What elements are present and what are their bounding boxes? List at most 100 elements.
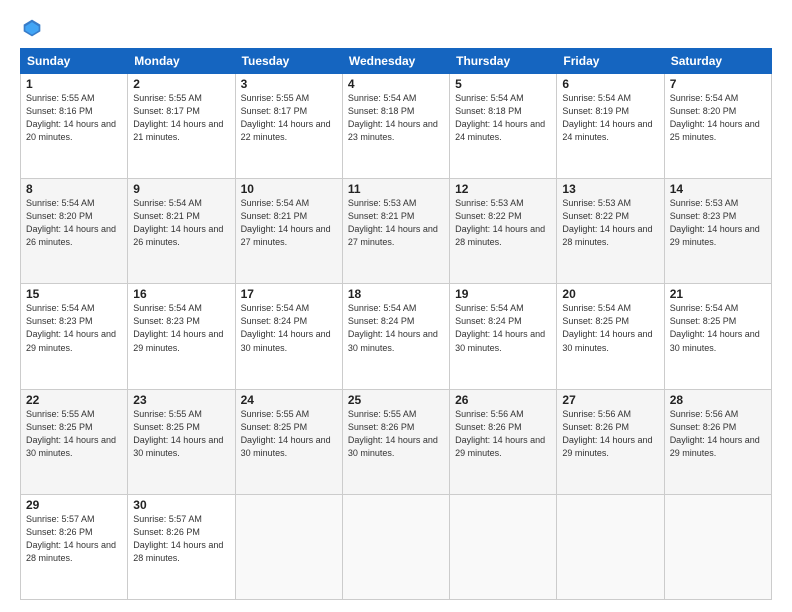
header-wednesday: Wednesday — [342, 49, 449, 74]
calendar-cell: 28 Sunrise: 5:56 AMSunset: 8:26 PMDaylig… — [664, 389, 771, 494]
day-number: 7 — [670, 77, 766, 91]
day-number: 17 — [241, 287, 337, 301]
calendar-cell — [664, 494, 771, 599]
day-info: Sunrise: 5:54 AMSunset: 8:21 PMDaylight:… — [241, 198, 331, 247]
calendar-cell: 4 Sunrise: 5:54 AMSunset: 8:18 PMDayligh… — [342, 74, 449, 179]
day-info: Sunrise: 5:53 AMSunset: 8:22 PMDaylight:… — [455, 198, 545, 247]
calendar-cell: 24 Sunrise: 5:55 AMSunset: 8:25 PMDaylig… — [235, 389, 342, 494]
week-row-2: 8 Sunrise: 5:54 AMSunset: 8:20 PMDayligh… — [21, 179, 772, 284]
day-info: Sunrise: 5:53 AMSunset: 8:22 PMDaylight:… — [562, 198, 652, 247]
calendar-cell: 19 Sunrise: 5:54 AMSunset: 8:24 PMDaylig… — [450, 284, 557, 389]
day-info: Sunrise: 5:55 AMSunset: 8:25 PMDaylight:… — [133, 409, 223, 458]
day-number: 4 — [348, 77, 444, 91]
calendar-cell: 29 Sunrise: 5:57 AMSunset: 8:26 PMDaylig… — [21, 494, 128, 599]
calendar-cell: 11 Sunrise: 5:53 AMSunset: 8:21 PMDaylig… — [342, 179, 449, 284]
day-number: 20 — [562, 287, 658, 301]
day-info: Sunrise: 5:55 AMSunset: 8:25 PMDaylight:… — [241, 409, 331, 458]
day-number: 27 — [562, 393, 658, 407]
day-info: Sunrise: 5:54 AMSunset: 8:23 PMDaylight:… — [133, 303, 223, 352]
header-saturday: Saturday — [664, 49, 771, 74]
day-info: Sunrise: 5:54 AMSunset: 8:20 PMDaylight:… — [670, 93, 760, 142]
day-info: Sunrise: 5:55 AMSunset: 8:16 PMDaylight:… — [26, 93, 116, 142]
day-info: Sunrise: 5:53 AMSunset: 8:23 PMDaylight:… — [670, 198, 760, 247]
day-info: Sunrise: 5:54 AMSunset: 8:24 PMDaylight:… — [241, 303, 331, 352]
calendar-cell: 18 Sunrise: 5:54 AMSunset: 8:24 PMDaylig… — [342, 284, 449, 389]
day-info: Sunrise: 5:55 AMSunset: 8:17 PMDaylight:… — [241, 93, 331, 142]
calendar-cell: 16 Sunrise: 5:54 AMSunset: 8:23 PMDaylig… — [128, 284, 235, 389]
calendar-cell: 25 Sunrise: 5:55 AMSunset: 8:26 PMDaylig… — [342, 389, 449, 494]
day-info: Sunrise: 5:57 AMSunset: 8:26 PMDaylight:… — [26, 514, 116, 563]
calendar-cell: 8 Sunrise: 5:54 AMSunset: 8:20 PMDayligh… — [21, 179, 128, 284]
day-info: Sunrise: 5:56 AMSunset: 8:26 PMDaylight:… — [455, 409, 545, 458]
logo-icon — [22, 18, 42, 38]
calendar-cell — [450, 494, 557, 599]
day-number: 2 — [133, 77, 229, 91]
day-info: Sunrise: 5:54 AMSunset: 8:24 PMDaylight:… — [455, 303, 545, 352]
day-number: 1 — [26, 77, 122, 91]
day-info: Sunrise: 5:54 AMSunset: 8:20 PMDaylight:… — [26, 198, 116, 247]
calendar-cell: 17 Sunrise: 5:54 AMSunset: 8:24 PMDaylig… — [235, 284, 342, 389]
day-number: 13 — [562, 182, 658, 196]
day-number: 23 — [133, 393, 229, 407]
day-info: Sunrise: 5:54 AMSunset: 8:18 PMDaylight:… — [348, 93, 438, 142]
day-info: Sunrise: 5:54 AMSunset: 8:19 PMDaylight:… — [562, 93, 652, 142]
day-info: Sunrise: 5:55 AMSunset: 8:26 PMDaylight:… — [348, 409, 438, 458]
day-info: Sunrise: 5:55 AMSunset: 8:25 PMDaylight:… — [26, 409, 116, 458]
header-tuesday: Tuesday — [235, 49, 342, 74]
calendar-cell: 6 Sunrise: 5:54 AMSunset: 8:19 PMDayligh… — [557, 74, 664, 179]
calendar-cell: 2 Sunrise: 5:55 AMSunset: 8:17 PMDayligh… — [128, 74, 235, 179]
day-number: 26 — [455, 393, 551, 407]
calendar-cell: 9 Sunrise: 5:54 AMSunset: 8:21 PMDayligh… — [128, 179, 235, 284]
day-number: 22 — [26, 393, 122, 407]
day-number: 18 — [348, 287, 444, 301]
calendar-cell: 5 Sunrise: 5:54 AMSunset: 8:18 PMDayligh… — [450, 74, 557, 179]
header-friday: Friday — [557, 49, 664, 74]
day-number: 16 — [133, 287, 229, 301]
calendar-cell — [235, 494, 342, 599]
day-number: 29 — [26, 498, 122, 512]
calendar-table: SundayMondayTuesdayWednesdayThursdayFrid… — [20, 48, 772, 600]
day-number: 14 — [670, 182, 766, 196]
calendar-cell: 20 Sunrise: 5:54 AMSunset: 8:25 PMDaylig… — [557, 284, 664, 389]
calendar-cell: 26 Sunrise: 5:56 AMSunset: 8:26 PMDaylig… — [450, 389, 557, 494]
calendar-cell: 15 Sunrise: 5:54 AMSunset: 8:23 PMDaylig… — [21, 284, 128, 389]
week-row-3: 15 Sunrise: 5:54 AMSunset: 8:23 PMDaylig… — [21, 284, 772, 389]
day-info: Sunrise: 5:55 AMSunset: 8:17 PMDaylight:… — [133, 93, 223, 142]
calendar-cell: 22 Sunrise: 5:55 AMSunset: 8:25 PMDaylig… — [21, 389, 128, 494]
day-number: 15 — [26, 287, 122, 301]
day-info: Sunrise: 5:54 AMSunset: 8:18 PMDaylight:… — [455, 93, 545, 142]
day-number: 21 — [670, 287, 766, 301]
calendar-cell: 14 Sunrise: 5:53 AMSunset: 8:23 PMDaylig… — [664, 179, 771, 284]
calendar-cell: 3 Sunrise: 5:55 AMSunset: 8:17 PMDayligh… — [235, 74, 342, 179]
day-info: Sunrise: 5:56 AMSunset: 8:26 PMDaylight:… — [670, 409, 760, 458]
day-info: Sunrise: 5:54 AMSunset: 8:23 PMDaylight:… — [26, 303, 116, 352]
day-number: 28 — [670, 393, 766, 407]
day-number: 24 — [241, 393, 337, 407]
day-number: 5 — [455, 77, 551, 91]
day-info: Sunrise: 5:53 AMSunset: 8:21 PMDaylight:… — [348, 198, 438, 247]
day-number: 8 — [26, 182, 122, 196]
calendar-cell: 12 Sunrise: 5:53 AMSunset: 8:22 PMDaylig… — [450, 179, 557, 284]
day-info: Sunrise: 5:54 AMSunset: 8:24 PMDaylight:… — [348, 303, 438, 352]
day-number: 30 — [133, 498, 229, 512]
week-row-1: 1 Sunrise: 5:55 AMSunset: 8:16 PMDayligh… — [21, 74, 772, 179]
day-number: 3 — [241, 77, 337, 91]
day-number: 12 — [455, 182, 551, 196]
week-row-4: 22 Sunrise: 5:55 AMSunset: 8:25 PMDaylig… — [21, 389, 772, 494]
calendar-cell — [342, 494, 449, 599]
calendar-cell: 21 Sunrise: 5:54 AMSunset: 8:25 PMDaylig… — [664, 284, 771, 389]
calendar-cell: 27 Sunrise: 5:56 AMSunset: 8:26 PMDaylig… — [557, 389, 664, 494]
calendar-cell: 23 Sunrise: 5:55 AMSunset: 8:25 PMDaylig… — [128, 389, 235, 494]
day-info: Sunrise: 5:54 AMSunset: 8:25 PMDaylight:… — [670, 303, 760, 352]
day-info: Sunrise: 5:54 AMSunset: 8:25 PMDaylight:… — [562, 303, 652, 352]
calendar-cell: 30 Sunrise: 5:57 AMSunset: 8:26 PMDaylig… — [128, 494, 235, 599]
calendar-cell: 13 Sunrise: 5:53 AMSunset: 8:22 PMDaylig… — [557, 179, 664, 284]
header-row: SundayMondayTuesdayWednesdayThursdayFrid… — [21, 49, 772, 74]
header-monday: Monday — [128, 49, 235, 74]
day-info: Sunrise: 5:56 AMSunset: 8:26 PMDaylight:… — [562, 409, 652, 458]
day-info: Sunrise: 5:57 AMSunset: 8:26 PMDaylight:… — [133, 514, 223, 563]
header — [20, 18, 772, 38]
week-row-5: 29 Sunrise: 5:57 AMSunset: 8:26 PMDaylig… — [21, 494, 772, 599]
day-number: 19 — [455, 287, 551, 301]
calendar-cell: 1 Sunrise: 5:55 AMSunset: 8:16 PMDayligh… — [21, 74, 128, 179]
